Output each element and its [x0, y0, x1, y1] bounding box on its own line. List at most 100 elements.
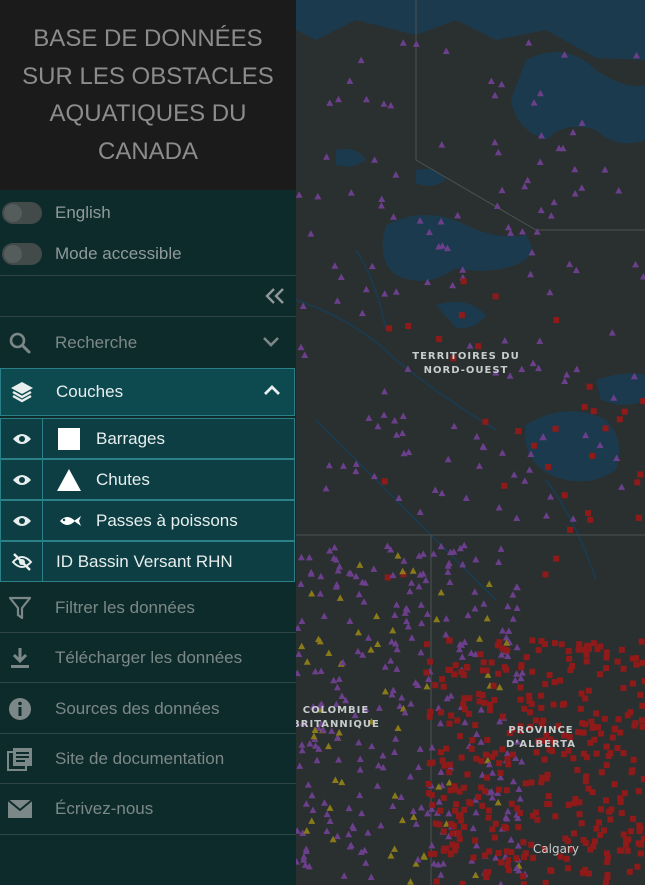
menu-sources-label: Sources des données — [55, 699, 220, 718]
eye-icon[interactable] — [1, 460, 43, 499]
layer-row-barrages[interactable]: Barrages — [0, 418, 295, 459]
dam-marker — [472, 837, 479, 844]
menu-sources[interactable]: Sources des données — [0, 684, 296, 734]
layer-row-rhn[interactable]: ID Bassin Versant RHN — [0, 541, 295, 582]
dam-marker — [423, 669, 430, 676]
dam-marker — [550, 701, 557, 708]
dam-marker — [443, 745, 450, 752]
menu-telecharger[interactable]: Télécharger les données — [0, 633, 296, 683]
dam-marker — [637, 691, 644, 698]
accessible-switch[interactable] — [2, 243, 42, 265]
dam-marker — [482, 418, 489, 425]
dam-marker — [593, 750, 600, 757]
dam-marker — [448, 712, 455, 719]
dam-marker — [476, 698, 483, 705]
dam-marker — [479, 692, 486, 699]
dam-marker — [459, 880, 466, 885]
dam-marker — [436, 336, 443, 343]
dam-marker — [485, 868, 492, 875]
collapse-sidebar-icon[interactable] — [264, 287, 286, 305]
eye-slash-icon[interactable] — [1, 542, 43, 581]
dam-marker — [631, 722, 638, 729]
dam-marker — [611, 781, 618, 788]
dam-marker — [455, 829, 462, 836]
dam-marker — [485, 807, 492, 814]
dam-marker — [441, 762, 448, 769]
dam-marker — [628, 828, 635, 835]
dam-marker — [574, 766, 581, 773]
dam-marker — [492, 820, 499, 827]
dam-marker — [542, 571, 549, 578]
divider — [0, 682, 296, 683]
divider — [0, 834, 296, 835]
dam-marker — [638, 638, 645, 645]
dam-marker — [638, 717, 645, 724]
dam-marker — [456, 788, 463, 795]
dam-marker — [542, 681, 549, 688]
dam-marker — [571, 830, 578, 837]
layer-label-chutes: Chutes — [96, 470, 150, 489]
dam-marker — [541, 756, 548, 763]
dam-marker — [621, 408, 628, 415]
dam-marker — [614, 744, 621, 751]
layer-row-chutes[interactable]: Chutes — [0, 459, 295, 500]
dam-marker — [617, 799, 624, 806]
dam-marker — [517, 696, 524, 703]
dam-marker — [432, 682, 439, 689]
mail-icon — [7, 797, 33, 821]
dam-marker — [460, 278, 467, 285]
info-icon — [7, 697, 33, 721]
dam-marker — [452, 662, 459, 669]
map-label-cb: COLOMBIE BRITANNIQUE — [296, 705, 380, 730]
dam-marker — [607, 816, 614, 823]
dam-marker — [460, 701, 467, 708]
menu-couches[interactable]: Couches — [0, 368, 295, 416]
dam-marker — [532, 717, 539, 724]
dam-marker — [544, 771, 551, 778]
dam-marker — [453, 801, 460, 808]
dam-marker — [526, 692, 533, 699]
menu-filtrer[interactable]: Filtrer les données — [0, 583, 296, 633]
eye-icon[interactable] — [1, 501, 43, 540]
dam-marker — [618, 810, 625, 817]
dam-marker — [489, 753, 496, 760]
dam-marker — [604, 872, 611, 879]
dam-marker — [546, 801, 553, 808]
english-switch[interactable] — [2, 202, 42, 224]
dam-marker — [598, 730, 605, 737]
dam-marker — [496, 760, 503, 767]
menu-recherche[interactable]: Recherche — [0, 318, 296, 368]
dam-marker — [456, 733, 463, 740]
dam-marker — [630, 815, 637, 822]
dam-marker — [503, 825, 510, 832]
dam-marker — [612, 725, 619, 732]
dam-marker — [636, 828, 643, 835]
dam-marker — [484, 774, 491, 781]
menu-recherche-label: Recherche — [55, 333, 138, 352]
dam-marker — [440, 828, 447, 835]
dam-marker — [451, 783, 458, 790]
dam-marker — [449, 830, 456, 837]
dam-marker — [535, 647, 542, 654]
eye-icon[interactable] — [1, 419, 43, 458]
dam-marker — [428, 850, 435, 857]
dam-marker — [635, 788, 642, 795]
dam-marker — [529, 668, 536, 675]
dam-marker — [478, 758, 485, 765]
menu-documentation[interactable]: Site de documentation — [0, 734, 296, 784]
dam-marker — [562, 835, 569, 842]
menu-ecrivez[interactable]: Écrivez-nous — [0, 784, 296, 834]
dam-marker — [609, 734, 616, 741]
map[interactable]: TERRITOIRES DU NORD-OUEST COLOMBIE BRITA… — [296, 0, 645, 885]
dam-marker — [472, 722, 479, 729]
dam-marker — [461, 806, 468, 813]
dam-marker — [639, 702, 645, 709]
dam-marker — [602, 797, 609, 804]
layer-row-passes[interactable]: Passes à poissons — [0, 500, 295, 541]
dam-marker — [496, 786, 503, 793]
app-title: BASE DE DONNÉES SUR LES OBSTACLES AQUATI… — [22, 25, 274, 165]
dam-marker — [438, 709, 445, 716]
dam-marker — [585, 687, 592, 694]
dam-marker — [504, 755, 511, 762]
dam-marker — [423, 641, 430, 648]
